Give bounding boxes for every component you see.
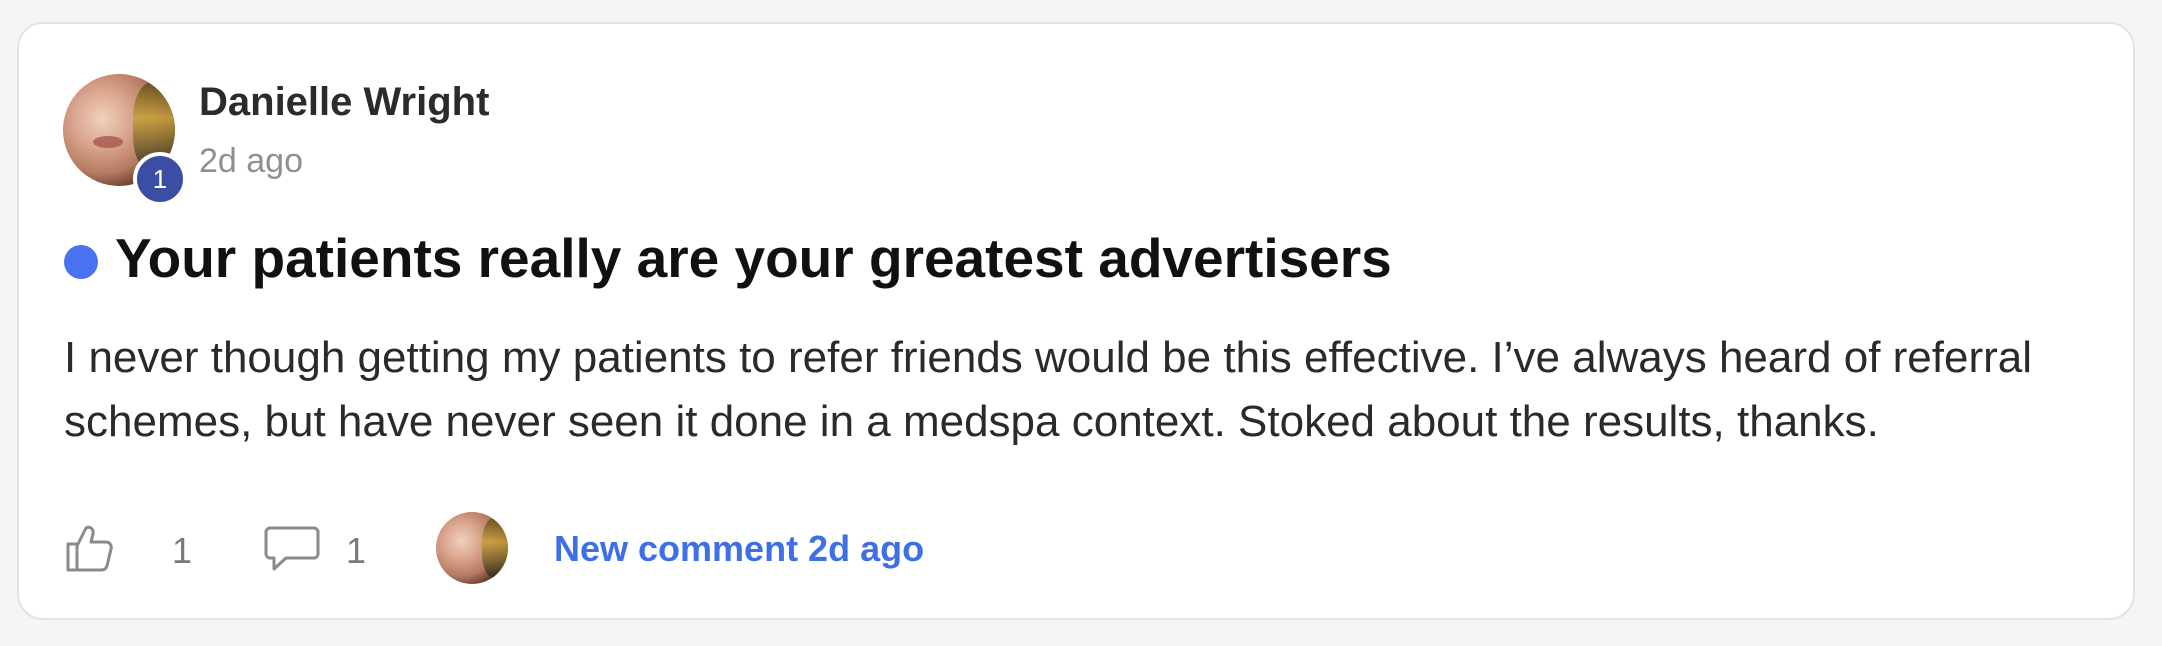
- new-comment-link[interactable]: New comment 2d ago: [554, 528, 924, 570]
- speech-bubble-icon[interactable]: [264, 524, 320, 574]
- thumbs-up-icon[interactable]: [64, 522, 116, 574]
- post-timestamp: 2d ago: [199, 142, 303, 180]
- post-card[interactable]: 1 Danielle Wright 2d ago Your patients r…: [17, 22, 2135, 620]
- unread-indicator: [64, 245, 98, 279]
- author-avatar-group[interactable]: 1: [63, 74, 187, 206]
- avatar-image-detail: [93, 136, 123, 148]
- author-name[interactable]: Danielle Wright: [199, 80, 489, 125]
- avatar-image-detail: [482, 518, 508, 578]
- level-badge: 1: [133, 152, 187, 206]
- last-commenter-avatar[interactable]: [436, 512, 508, 584]
- like-count: 1: [172, 530, 193, 571]
- post-footer: 1 1 New comment 2d ago: [64, 504, 1264, 584]
- post-body: I never though getting my patients to re…: [64, 333, 2033, 446]
- comment-count: 1: [346, 530, 367, 571]
- post-title[interactable]: Your patients really are your greatest a…: [115, 226, 1392, 290]
